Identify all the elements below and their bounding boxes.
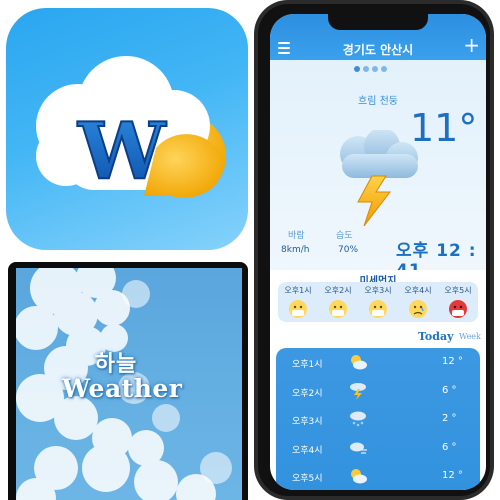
hour-temp: 6 ° [442,384,457,396]
partly-cloudy-icon [351,469,367,484]
fine-dust-strip: 오후1시 오후2시 오후3시 오후4시 오후5시 [278,282,478,322]
hour-label: 오후5시 [292,474,323,484]
hourly-forecast-list: 오후1시 12 ° 오후2시 6 ° 오후3시 2 ° 오후4시 6 ° 오후5… [276,348,480,490]
dust-time: 오후3시 [364,286,392,295]
dust-item: 오후4시 [399,282,437,322]
humidity-label: 습도 [336,231,353,241]
plus-icon[interactable]: + [463,35,480,55]
tab-today[interactable]: Today [418,330,453,343]
page-dot[interactable] [354,66,360,72]
hour-temp: 6 ° [442,441,457,453]
page-dot[interactable] [363,66,369,72]
splash-phone: 하늘 Weather [8,262,248,500]
face-very-good-icon [289,300,307,318]
hourly-row: 오후3시 2 ° [276,405,480,434]
wind-label: 바람 [288,231,305,241]
page-dot[interactable] [381,66,387,72]
hourly-row: 오후5시 12 ° [276,462,480,490]
weather-condition: 흐림 천둥 [358,96,398,107]
hamburger-menu-icon[interactable] [278,42,290,54]
city-title[interactable]: 경기도 안산시 [310,41,446,58]
main-phone: 경기도 안산시 + 흐림 천둥 11° 바람 8km/h 습도 70% 오후 1… [254,0,494,500]
face-good-icon [329,300,347,318]
thunder-cloud-icon [340,130,418,227]
fine-dust-section: 미세먼지 오후1시 오후2시 [270,270,486,326]
cloudy-wind-icon [350,442,367,454]
weather-screen: 경기도 안산시 + 흐림 천둥 11° 바람 8km/h 습도 70% 오후 1… [270,14,486,490]
cloud-sun-logo-icon: W [36,56,226,198]
dust-item: 오후3시 [359,282,397,322]
dust-item: 오후1시 [279,282,317,322]
dust-time: 오후2시 [324,286,352,295]
page-dot[interactable] [372,66,378,72]
app-icon-letter: W [77,106,167,197]
dust-item: 오후2시 [319,282,357,322]
app-icon[interactable]: W [6,8,248,250]
dust-time: 오후5시 [444,286,472,295]
splash-screen: 하늘 Weather [16,268,242,500]
hour-label: 오후1시 [292,360,323,370]
partly-cloudy-icon [351,355,367,370]
period-tabs: Today Week [270,326,486,348]
splash-title-english: Weather [62,374,183,403]
hourly-row: 오후4시 6 ° [276,434,480,463]
thunder-icon [350,382,366,400]
rain-cloud-icon [350,411,366,427]
wind-value: 8km/h [281,245,310,255]
hourly-row: 오후2시 6 ° [276,377,480,406]
hourly-row: 오후1시 12 ° [276,348,480,377]
page-indicator[interactable] [354,66,387,72]
dust-time: 오후4시 [404,286,432,295]
humidity-value: 70% [338,245,359,255]
tab-week[interactable]: Week [459,332,481,341]
phone-bezel: 경기도 안산시 + 흐림 천둥 11° 바람 8km/h 습도 70% 오후 1… [258,4,490,496]
current-weather-panel: 흐림 천둥 11° 바람 8km/h 습도 70% 오후 12: [270,60,486,281]
phone-notch [328,14,428,30]
hour-label: 오후4시 [292,445,323,456]
hour-temp: 12 ° [442,470,463,481]
hour-temp: 2 ° [442,413,457,424]
face-normal-icon [369,300,387,318]
dust-time: 오후1시 [284,286,312,295]
dust-item: 오후5시 [439,282,477,322]
hour-temp: 12 ° [442,356,463,367]
hour-label: 오후3시 [292,417,323,427]
face-bad-icon [409,300,427,318]
showcase: W 하늘 Weather 경기도 안산시 + 흐림 천둥 11° 바람 8km/… [0,0,500,500]
face-very-bad-icon [449,300,467,318]
hour-label: 오후2시 [292,388,323,399]
